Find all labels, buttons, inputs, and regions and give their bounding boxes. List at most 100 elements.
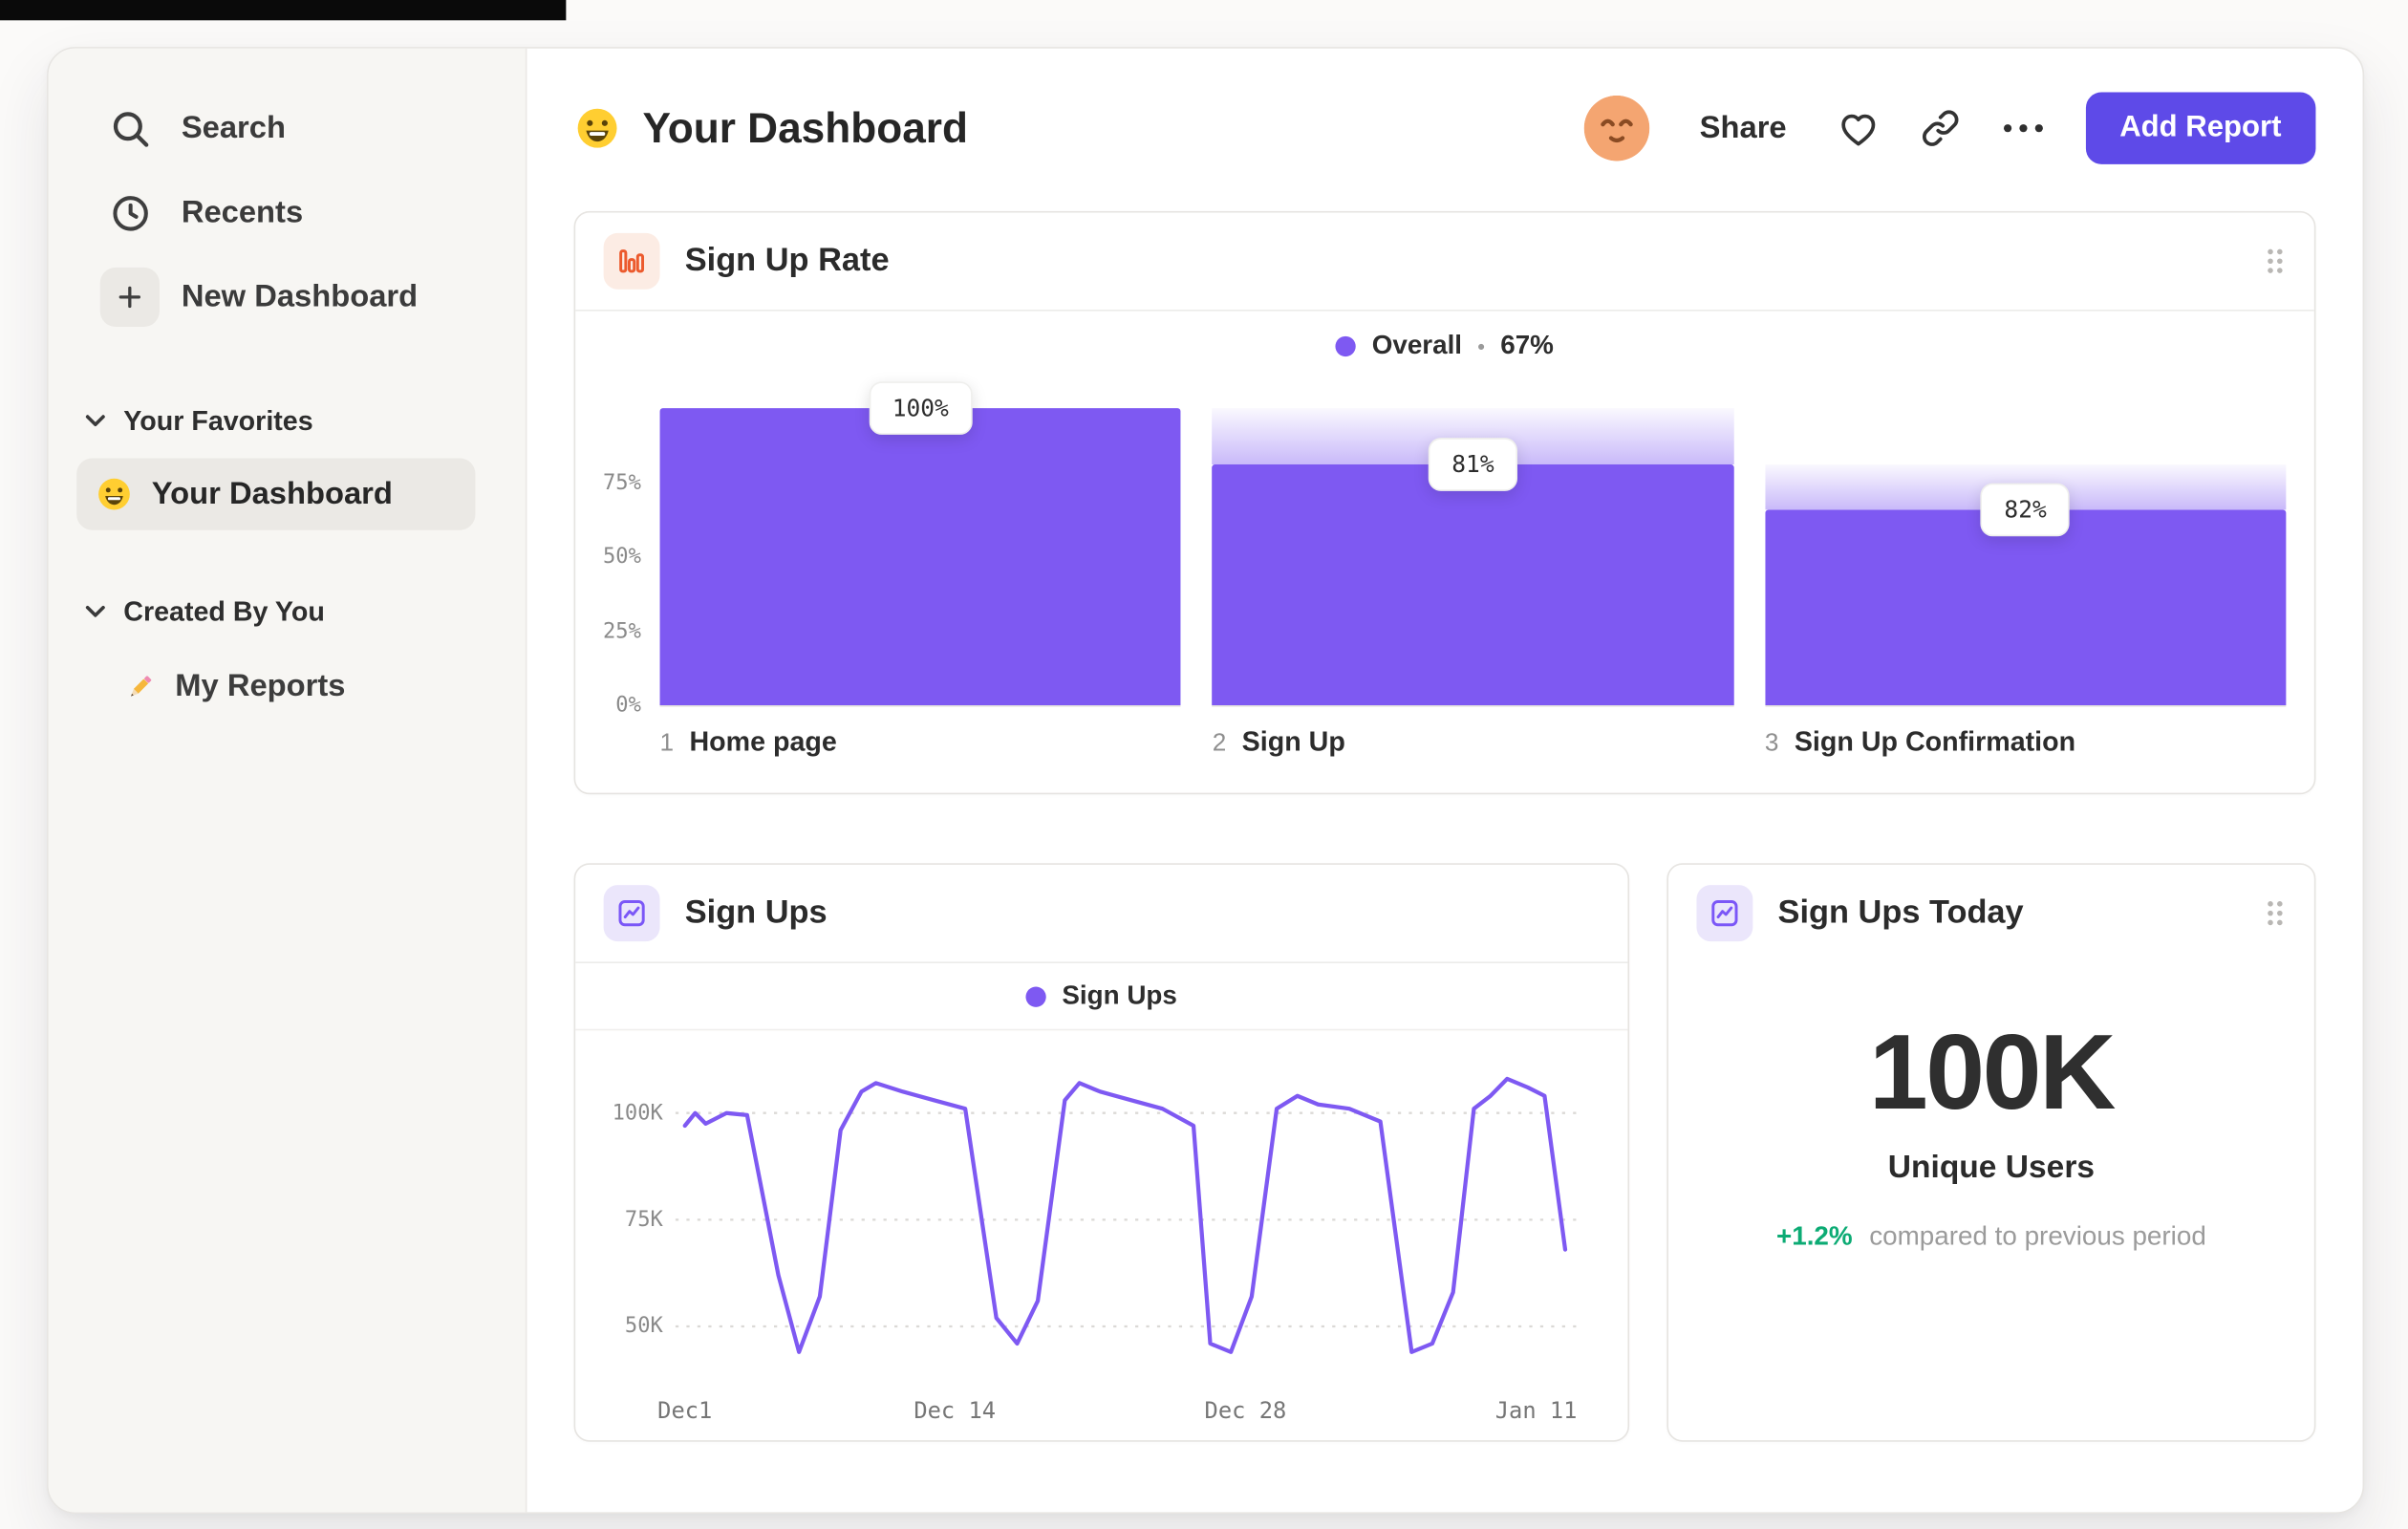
favorite-heart-button[interactable] — [1837, 107, 1879, 149]
x-axis: Dec1 Dec 14 Dec 28 Jan 11 — [600, 1387, 1602, 1440]
grinning-face-emoji — [96, 475, 133, 512]
sidebar-item-label: New Dashboard — [181, 279, 419, 314]
line-chart-icon — [1696, 885, 1753, 942]
app-window: Search Recents New Dashboard Your Favori… — [47, 47, 2365, 1514]
y-tick-label: 0% — [615, 692, 641, 719]
step-index: 3 — [1764, 730, 1779, 757]
bottom-row: Sign Ups Sign Ups 100K 75K 50K Dec1 Dec … — [573, 863, 2316, 1442]
drag-handle-icon[interactable] — [2264, 246, 2286, 277]
funnel-legend[interactable]: Overall • 67% — [575, 312, 2314, 380]
main-content: Your Dashboard Share Add Report Sign Up … — [527, 49, 2362, 1513]
legend-separator: • — [1477, 334, 1485, 357]
chevron-down-icon — [84, 410, 106, 432]
heart-icon — [1837, 107, 1879, 149]
drag-handle-icon[interactable] — [2264, 897, 2286, 929]
screen: Search Recents New Dashboard Your Favori… — [0, 0, 2408, 1529]
card-title: Sign Ups Today — [1777, 894, 2024, 931]
header-actions: Share Add Report — [1583, 92, 2316, 164]
step-index: 1 — [659, 730, 675, 757]
funnel-value-chip: 82% — [1980, 482, 2071, 536]
funnel-step-label: 1 Home page — [660, 725, 1181, 758]
x-tick-label: Dec 28 — [1204, 1399, 1287, 1425]
card-sign-ups-today: Sign Ups Today 100K Unique Users +1.2% c… — [1666, 863, 2316, 1442]
sidebar-item-recents[interactable]: Recents — [49, 170, 501, 254]
more-options-button[interactable] — [2001, 120, 2045, 136]
grinning-face-emoji — [574, 105, 621, 152]
funnel-plot: 82% — [1764, 408, 2287, 707]
section-your-favorites[interactable]: Your Favorites — [49, 389, 501, 451]
y-tick-label: 100K — [612, 1100, 663, 1126]
clock-icon — [100, 183, 160, 242]
legend-value: 67% — [1500, 330, 1554, 360]
sidebar-item-label: Recents — [181, 194, 304, 229]
search-icon — [100, 98, 160, 158]
stat-value: 100K — [1868, 1013, 2117, 1132]
x-tick-label: Dec1 — [657, 1399, 713, 1425]
legend-label: Sign Ups — [1062, 980, 1177, 1011]
page-title-group: Your Dashboard — [574, 104, 968, 153]
add-report-button[interactable]: Add Report — [2085, 92, 2316, 164]
card-header: Sign Ups Today — [1668, 865, 2314, 961]
sidebar-item-search[interactable]: Search — [49, 86, 501, 170]
funnel-step-label: 3 Sign Up Confirmation — [1765, 725, 2286, 758]
chevron-down-icon — [84, 600, 106, 622]
funnel-value-chip: 100% — [869, 381, 973, 435]
section-label: Your Favorites — [123, 404, 313, 436]
card-sign-ups: Sign Ups Sign Ups 100K 75K 50K Dec1 Dec … — [573, 863, 1630, 1442]
y-tick-label: 25% — [602, 618, 641, 644]
funnel-value-chip: 81% — [1428, 438, 1518, 491]
funnel-step-home-page: 100% 1 Home page — [659, 381, 1181, 759]
copy-link-button[interactable] — [1920, 108, 1961, 149]
funnel-bar[interactable] — [659, 408, 1181, 705]
sidebar-item-label: Your Dashboard — [151, 476, 393, 511]
card-sign-up-rate: Sign Up Rate Overall • 67% 75% 50% 25% 0… — [573, 210, 2316, 795]
legend-swatch — [1025, 985, 1046, 1006]
step-name: Home page — [689, 725, 837, 757]
avatar[interactable] — [1583, 95, 1650, 162]
page-title: Your Dashboard — [642, 103, 968, 151]
sidebar: Search Recents New Dashboard Your Favori… — [48, 48, 527, 1513]
line-chart-svg — [675, 1076, 1579, 1354]
sidebar-item-label: My Reports — [175, 668, 346, 703]
x-tick-label: Jan 11 — [1494, 1399, 1578, 1425]
x-tick-label: Dec 14 — [914, 1399, 997, 1425]
line-chart: 100K 75K 50K — [600, 1037, 1602, 1388]
sidebar-item-my-reports[interactable]: My Reports — [49, 649, 501, 724]
step-index: 2 — [1212, 730, 1227, 757]
funnel-columns: 100% 1 Home page 81% 2 Sign Up 82% 3 Sig… — [659, 381, 2287, 759]
funnel-bar-chart-icon — [603, 232, 660, 290]
screen-artifact-strip — [0, 0, 567, 21]
line-chart-icon — [603, 885, 660, 942]
sidebar-item-your-dashboard[interactable]: Your Dashboard — [76, 458, 476, 530]
step-name: Sign Up Confirmation — [1794, 725, 2076, 757]
funnel-step-sign-up: 81% 2 Sign Up — [1212, 408, 1734, 759]
stat-label: Unique Users — [1887, 1149, 2096, 1186]
page-header: Your Dashboard Share Add Report — [574, 86, 2316, 170]
legend-label: Overall — [1371, 330, 1463, 360]
link-icon — [1920, 108, 1961, 149]
section-label: Created By You — [123, 594, 325, 627]
y-tick-label: 50% — [602, 544, 641, 570]
step-name: Sign Up — [1241, 725, 1345, 757]
funnel-step-sign-up-confirmation: 82% 3 Sign Up Confirmation — [1764, 408, 2287, 759]
ellipsis-icon — [2001, 120, 2045, 136]
funnel-bar[interactable] — [1764, 508, 2287, 705]
line-legend[interactable]: Sign Ups — [575, 963, 1628, 1031]
delta-value: +1.2% — [1775, 1221, 1853, 1252]
sidebar-item-new-dashboard[interactable]: New Dashboard — [49, 255, 501, 339]
funnel-chart: 75% 50% 25% 0% 100% 1 Home page 81% 2 Si… — [575, 380, 2314, 793]
y-tick-label: 50K — [624, 1313, 663, 1340]
funnel-plot: 81% — [1212, 408, 1734, 707]
share-button[interactable]: Share — [1690, 109, 1796, 148]
stat-delta: +1.2% compared to previous period — [1668, 1221, 2314, 1253]
section-created-by-you[interactable]: Created By You — [49, 580, 501, 642]
y-tick-label: 75% — [602, 469, 641, 495]
card-header: Sign Ups — [575, 865, 1627, 961]
card-title: Sign Ups — [684, 894, 828, 931]
card-header: Sign Up Rate — [575, 213, 2314, 310]
funnel-step-label: 2 Sign Up — [1213, 725, 1733, 758]
card-title: Sign Up Rate — [684, 242, 890, 279]
funnel-bar[interactable] — [1212, 464, 1734, 705]
legend-swatch — [1336, 335, 1357, 356]
sidebar-item-label: Search — [181, 110, 286, 145]
